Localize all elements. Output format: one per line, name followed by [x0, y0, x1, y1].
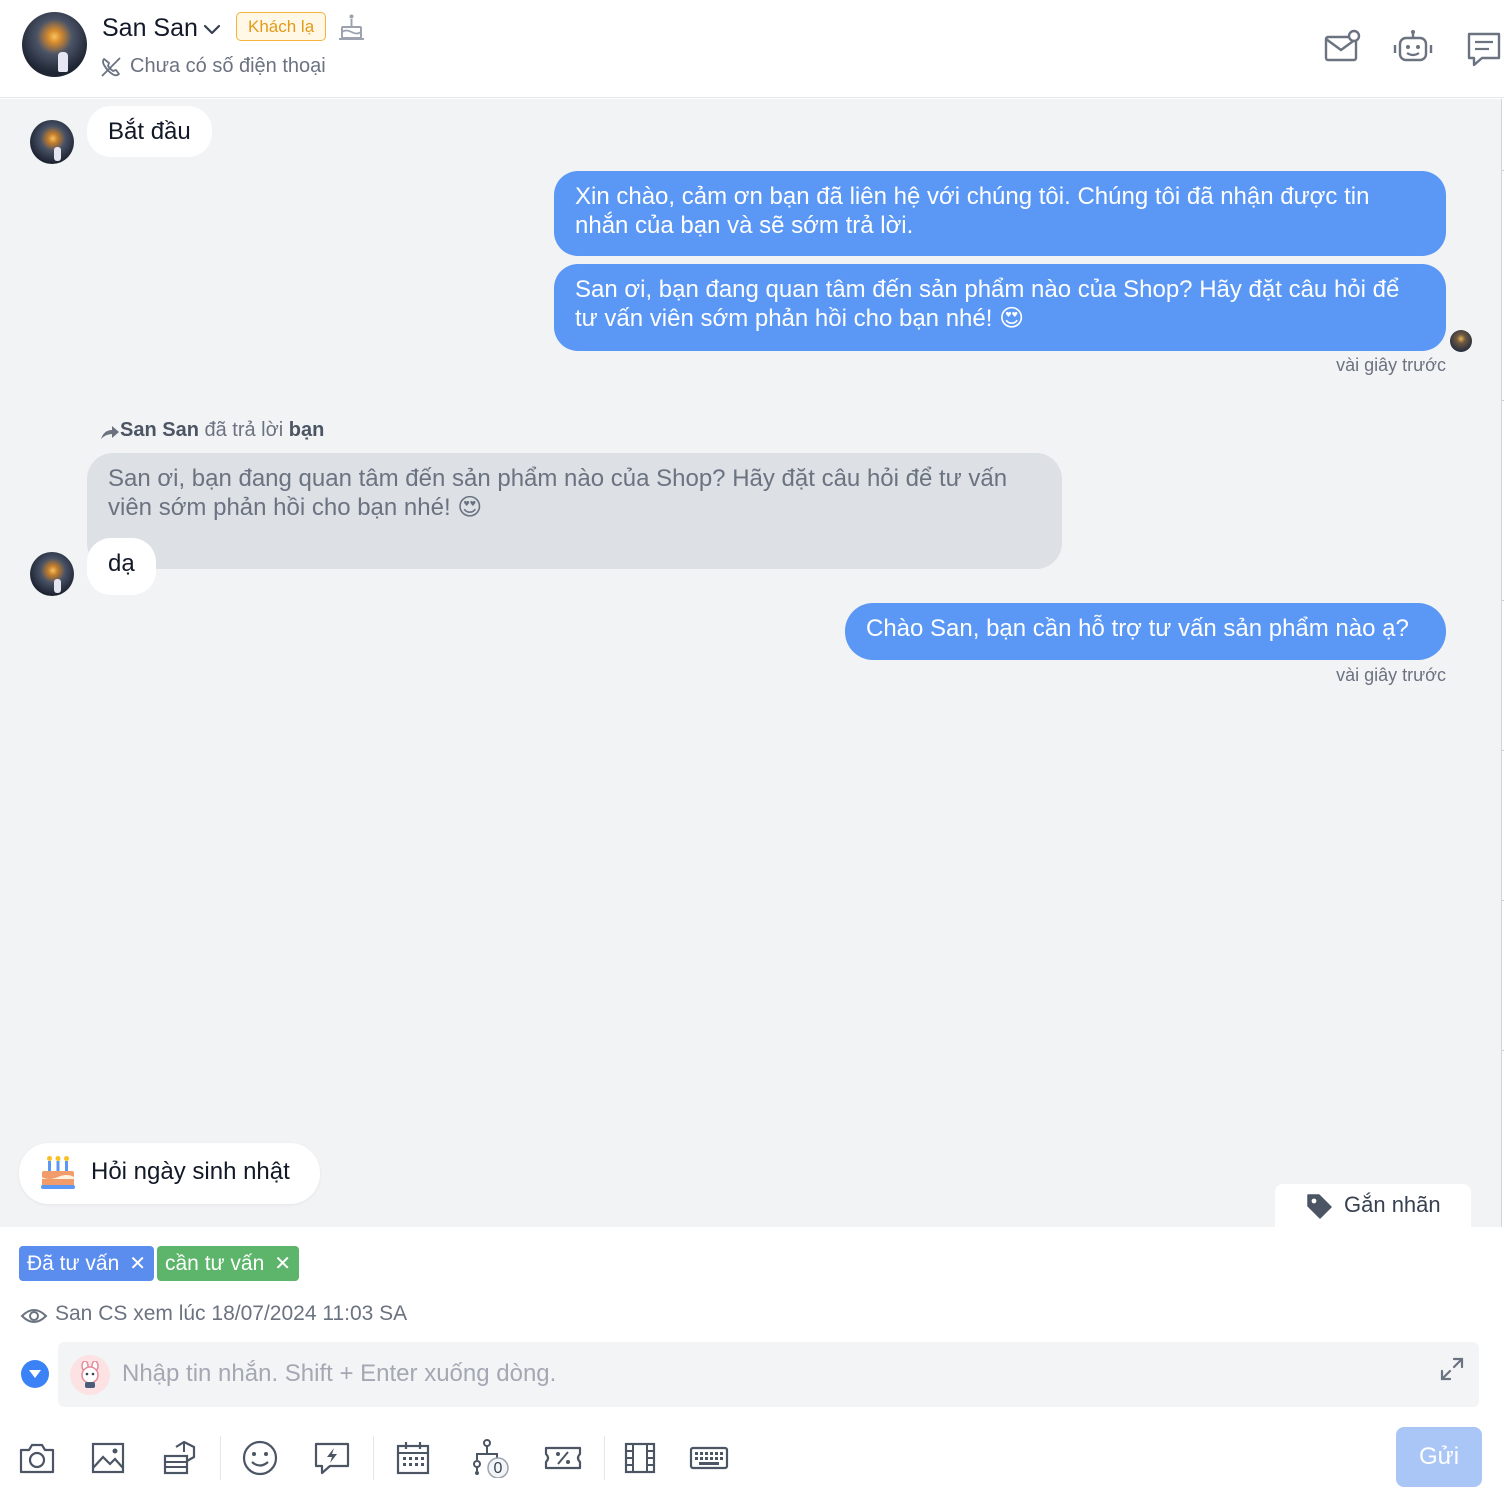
- reply-target: bạn: [288, 419, 325, 441]
- birthday-cake-icon: [41, 1156, 75, 1189]
- birthday-cake-icon[interactable]: [339, 13, 364, 41]
- eye-icon: [20, 1309, 48, 1323]
- add-tag-label: Gắn nhãn: [1344, 1192, 1441, 1217]
- remove-label-icon[interactable]: ✕: [129, 1253, 146, 1275]
- keyboard-icon[interactable]: [689, 1438, 729, 1478]
- chatbot-icon[interactable]: [1393, 28, 1433, 68]
- phone-number-text[interactable]: Chưa có số điện thoại: [130, 55, 326, 78]
- incoming-message[interactable]: Bắt đầu: [87, 106, 212, 157]
- customer-avatar[interactable]: [22, 12, 87, 77]
- customer-avatar: [30, 120, 74, 164]
- label-text: Đã tư vấn: [27, 1252, 120, 1275]
- label-text: cần tư vấn: [165, 1252, 265, 1275]
- video-icon[interactable]: [620, 1438, 660, 1478]
- quick-reply-icon[interactable]: [312, 1438, 352, 1478]
- message-composer: [58, 1342, 1479, 1407]
- send-button[interactable]: Gửi: [1396, 1427, 1482, 1487]
- discount-icon[interactable]: [543, 1438, 583, 1478]
- notes-icon[interactable]: [1464, 28, 1504, 68]
- calendar-icon[interactable]: [393, 1438, 433, 1478]
- agent-avatar: [1450, 330, 1472, 352]
- message-input[interactable]: [122, 1352, 1422, 1396]
- toolbar-divider: [604, 1436, 605, 1480]
- outgoing-message[interactable]: Xin chào, cảm ơn bạn đã liên hệ với chún…: [554, 171, 1446, 256]
- outgoing-message[interactable]: Chào San, bạn cần hỗ trợ tư vấn sản phẩm…: [845, 603, 1446, 660]
- message-time: vài giây trước: [1336, 355, 1446, 375]
- add-tag-button[interactable]: Gắn nhãn: [1275, 1184, 1471, 1228]
- mail-icon[interactable]: [1322, 28, 1362, 68]
- ask-birthday-button[interactable]: Hỏi ngày sinh nhật: [19, 1143, 320, 1204]
- remove-label-icon[interactable]: ✕: [274, 1253, 291, 1275]
- label-chip[interactable]: cần tư vấn ✕: [157, 1246, 300, 1281]
- expand-icon[interactable]: [1439, 1356, 1465, 1382]
- camera-icon[interactable]: [17, 1438, 57, 1478]
- emoji-icon[interactable]: [240, 1438, 280, 1478]
- message-list[interactable]: Bắt đầu Xin chào, cảm ơn bạn đã liên hệ …: [0, 99, 1502, 1227]
- image-icon[interactable]: [88, 1438, 128, 1478]
- quoted-message[interactable]: San ơi, bạn đang quan tâm đến sản phẩm n…: [87, 453, 1062, 569]
- bot-avatar-icon[interactable]: [70, 1355, 110, 1395]
- message-time: vài giây trước: [1336, 665, 1446, 685]
- chevron-down-icon[interactable]: [21, 1360, 49, 1388]
- reply-author: San San: [120, 419, 199, 441]
- reply-arrow-icon: [101, 426, 119, 439]
- tag-icon: [1307, 1194, 1332, 1219]
- phone-off-icon: [101, 57, 121, 77]
- flow-count-badge: 0: [493, 1460, 503, 1477]
- ask-birthday-label: Hỏi ngày sinh nhật: [91, 1158, 290, 1185]
- product-icon[interactable]: [160, 1438, 200, 1478]
- outgoing-message[interactable]: San ơi, bạn đang quan tâm đến sản phẩm n…: [554, 264, 1446, 351]
- customer-name[interactable]: San San: [102, 14, 198, 43]
- reply-verb: đã trả lời: [204, 419, 284, 441]
- toolbar-divider: [220, 1436, 221, 1480]
- label-chip[interactable]: Đã tư vấn ✕: [19, 1246, 155, 1281]
- customer-avatar: [30, 552, 74, 596]
- incoming-message[interactable]: dạ: [87, 538, 156, 595]
- chevron-down-icon[interactable]: [202, 20, 222, 40]
- seen-text: San CS xem lúc 18/07/2024 11:03 SA: [55, 1302, 408, 1325]
- chat-header: San San Khách lạ Chưa có số điện thoại: [0, 0, 1504, 98]
- toolbar-divider: [373, 1436, 374, 1480]
- customer-status-badge: Khách lạ: [236, 12, 327, 41]
